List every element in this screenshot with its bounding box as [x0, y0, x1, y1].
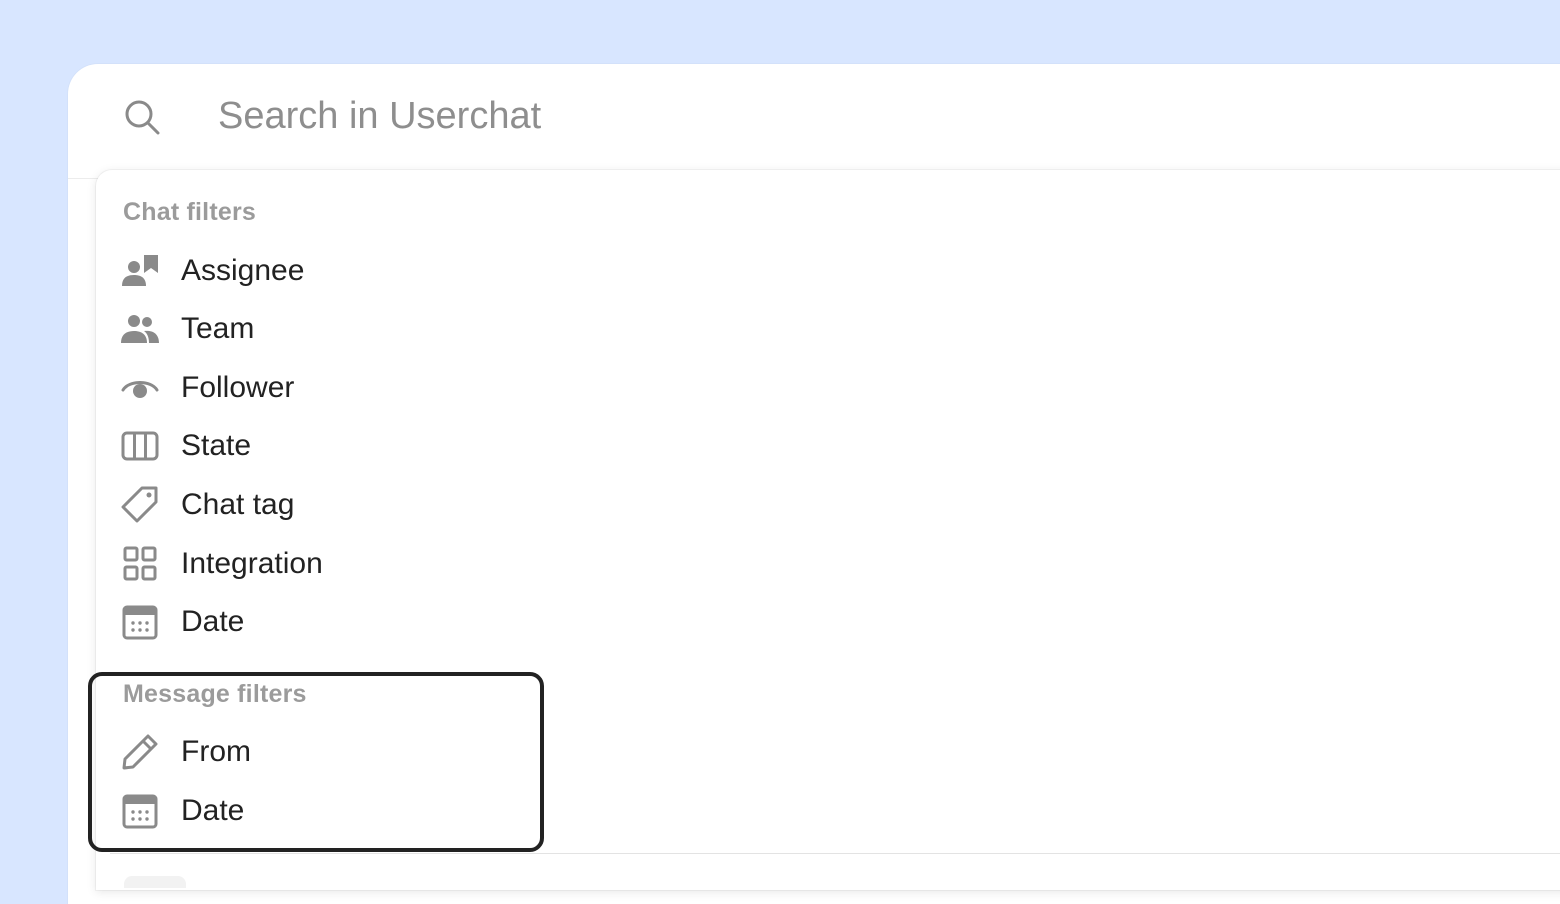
section-divider — [110, 853, 1560, 854]
filter-label: Assignee — [181, 254, 305, 287]
filter-label: Date — [181, 794, 245, 827]
search-input[interactable] — [218, 88, 1418, 144]
filter-item-chat-date[interactable]: Date — [120, 597, 540, 647]
filter-item-message-date[interactable]: Date — [120, 786, 540, 836]
bottom-stub — [124, 876, 186, 888]
pencil-icon — [120, 732, 160, 772]
calendar-icon — [120, 791, 160, 831]
grid-icon — [120, 544, 160, 584]
filter-label: Team — [181, 312, 255, 345]
filter-dropdown: Chat filters Assignee Team Follower Stat… — [88, 170, 1560, 890]
filter-item-assignee[interactable]: Assignee — [120, 246, 540, 296]
filter-item-team[interactable]: Team — [120, 304, 540, 354]
filter-item-state[interactable]: State — [120, 421, 540, 471]
filter-label: Chat tag — [181, 488, 295, 521]
filter-label: From — [181, 735, 251, 768]
filter-item-from[interactable]: From — [120, 727, 540, 777]
search-bar — [68, 64, 1560, 179]
team-icon — [120, 309, 160, 349]
filter-item-chat-tag[interactable]: Chat tag — [120, 480, 540, 530]
filter-label: Integration — [181, 547, 323, 580]
assignee-icon — [120, 251, 160, 291]
filter-label: Date — [181, 605, 245, 638]
message-filters-title: Message filters — [123, 680, 307, 708]
tag-icon — [120, 485, 160, 525]
columns-icon — [120, 426, 160, 466]
eye-icon — [120, 368, 160, 408]
chat-filters-title: Chat filters — [123, 198, 256, 226]
filter-item-integration[interactable]: Integration — [120, 539, 540, 589]
search-icon[interactable] — [122, 97, 162, 137]
calendar-icon — [120, 602, 160, 642]
filter-label: Follower — [181, 371, 295, 404]
filter-label: State — [181, 429, 252, 462]
filter-item-follower[interactable]: Follower — [120, 363, 540, 413]
